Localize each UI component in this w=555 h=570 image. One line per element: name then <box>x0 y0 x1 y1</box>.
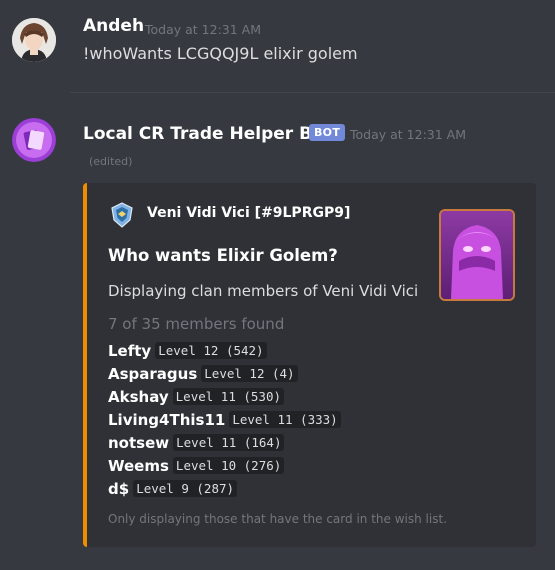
member-row: Akshay Level 11 (530) <box>108 385 341 408</box>
member-row: Living4This11 Level 11 (333) <box>108 408 341 431</box>
user-timestamp: Today at 12:31 AM <box>145 22 261 37</box>
member-row: notsew Level 11 (164) <box>108 431 341 454</box>
member-level: Level 9 (287) <box>133 480 238 497</box>
member-level: Level 11 (530) <box>172 388 284 405</box>
member-row: d$ Level 9 (287) <box>108 477 341 500</box>
member-name: d$ <box>108 479 130 498</box>
member-row: Weems Level 10 (276) <box>108 454 341 477</box>
embed-title: Who wants Elixir Golem? <box>108 246 338 265</box>
bot-badge: BOT <box>309 124 346 141</box>
member-name: Akshay <box>108 387 169 406</box>
member-level: Level 11 (333) <box>229 411 341 428</box>
member-list: Lefty Level 12 (542) Asparagus Level 12 … <box>108 339 341 500</box>
cards-icon <box>12 118 56 162</box>
member-level: Level 10 (276) <box>172 457 285 474</box>
clan-badge-icon <box>110 202 134 228</box>
member-row: Asparagus Level 12 (4) <box>108 362 341 385</box>
embed-author[interactable]: Veni Vidi Vici [#9LPRGP9] <box>147 205 350 221</box>
member-name: notsew <box>108 433 170 452</box>
member-row: Lefty Level 12 (542) <box>108 339 341 362</box>
member-level: Level 11 (164) <box>173 434 285 451</box>
member-level: Level 12 (4) <box>201 365 298 382</box>
embed-description: Displaying clan members of Veni Vidi Vic… <box>108 282 419 300</box>
message-divider <box>70 92 555 93</box>
member-name: Weems <box>108 456 169 475</box>
elixir-golem-thumbnail[interactable] <box>439 209 515 301</box>
user-name[interactable]: Andeh <box>83 16 144 36</box>
bot-timestamp: Today at 12:31 AM <box>350 127 466 142</box>
user-avatar[interactable] <box>12 18 56 62</box>
edited-label: (edited) <box>89 155 133 168</box>
member-name: Asparagus <box>108 364 198 383</box>
member-name: Lefty <box>108 341 152 360</box>
members-count: 7 of 35 members found <box>108 315 285 333</box>
user-message-text: !whoWants LCGQQJ9L elixir golem <box>83 44 358 63</box>
member-name: Living4This11 <box>108 410 226 429</box>
embed: Veni Vidi Vici [#9LPRGP9] Who wants Elix… <box>83 183 536 547</box>
embed-footer: Only displaying those that have the card… <box>108 512 447 526</box>
member-level: Level 12 (542) <box>155 342 267 359</box>
bot-avatar[interactable] <box>12 118 56 162</box>
bot-name[interactable]: Local CR Trade Helper Bot <box>83 124 332 144</box>
